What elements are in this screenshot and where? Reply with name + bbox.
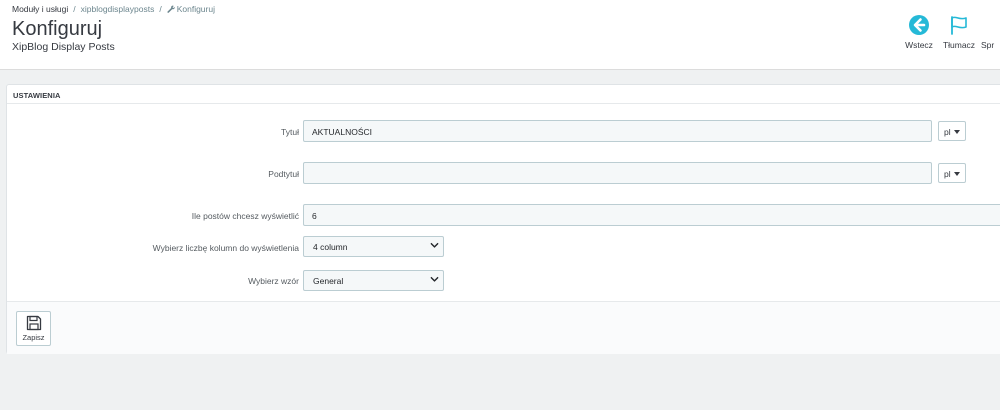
subtitle-label: Podtytuł	[268, 169, 299, 179]
subtitle-language-code: pl	[944, 169, 951, 179]
more-button[interactable]: Spr	[981, 14, 1000, 50]
pattern-select[interactable]: General	[303, 270, 444, 291]
posts-count-label: Ile postów chcesz wyświetlić	[191, 211, 299, 221]
title-language-code: pl	[944, 127, 951, 137]
columns-selected-value: 4 column	[313, 242, 348, 252]
title-input[interactable]: AKTUALNOŚCI	[303, 120, 932, 142]
pattern-selected-value: General	[313, 276, 344, 286]
settings-panel: USTAWIENIA Tytuł AKTUALNOŚCI pl Podtytuł…	[6, 84, 1000, 354]
page-header: Moduły i usługi / xipblogdisplayposts / Konf…	[0, 0, 1000, 70]
columns-select[interactable]: 4 column	[303, 236, 444, 257]
back-arrow-circle-icon	[899, 14, 939, 36]
pattern-label: Wybierz wzór	[248, 276, 299, 286]
translate-label: Tłumacz	[942, 40, 976, 50]
title-label: Tytuł	[281, 127, 299, 137]
subtitle-language-button[interactable]: pl	[938, 163, 966, 183]
save-label: Zapisz	[22, 333, 45, 342]
breadcrumb: Moduły i usługi / xipblogdisplayposts / Konf…	[12, 4, 215, 14]
subtitle-input[interactable]	[303, 162, 932, 184]
breadcrumb-separator: /	[73, 4, 76, 14]
breadcrumb-item-modules[interactable]: Moduły i usługi	[12, 4, 68, 14]
page-subtitle: XipBlog Display Posts	[12, 41, 115, 53]
back-button[interactable]: Wstecz	[899, 14, 939, 50]
chevron-down-icon	[430, 276, 439, 282]
translate-button[interactable]: Tłumacz	[939, 14, 979, 50]
columns-label: Wybierz liczbę kolumn do wyświetlenia	[152, 243, 299, 253]
back-label: Wstecz	[905, 40, 933, 50]
flag-icon	[939, 14, 979, 36]
breadcrumb-separator: /	[159, 4, 162, 14]
page-title: Konfiguruj	[12, 18, 103, 40]
title-language-button[interactable]: pl	[938, 121, 966, 141]
panel-footer: Zapisz	[7, 301, 1000, 354]
wrench-icon	[167, 4, 177, 14]
breadcrumb-item-current: Konfiguruj	[176, 4, 215, 14]
save-button[interactable]: Zapisz	[16, 311, 51, 346]
more-label: Spr	[981, 40, 995, 50]
panel-heading: USTAWIENIA	[7, 85, 1000, 104]
breadcrumb-item-module[interactable]: xipblogdisplayposts	[81, 4, 155, 14]
more-icon-placeholder	[996, 14, 997, 36]
floppy-disk-icon	[26, 315, 41, 331]
posts-count-input[interactable]: 6	[303, 204, 1000, 226]
caret-down-icon	[953, 130, 960, 134]
chevron-down-icon	[430, 242, 439, 248]
caret-down-icon	[953, 172, 960, 176]
